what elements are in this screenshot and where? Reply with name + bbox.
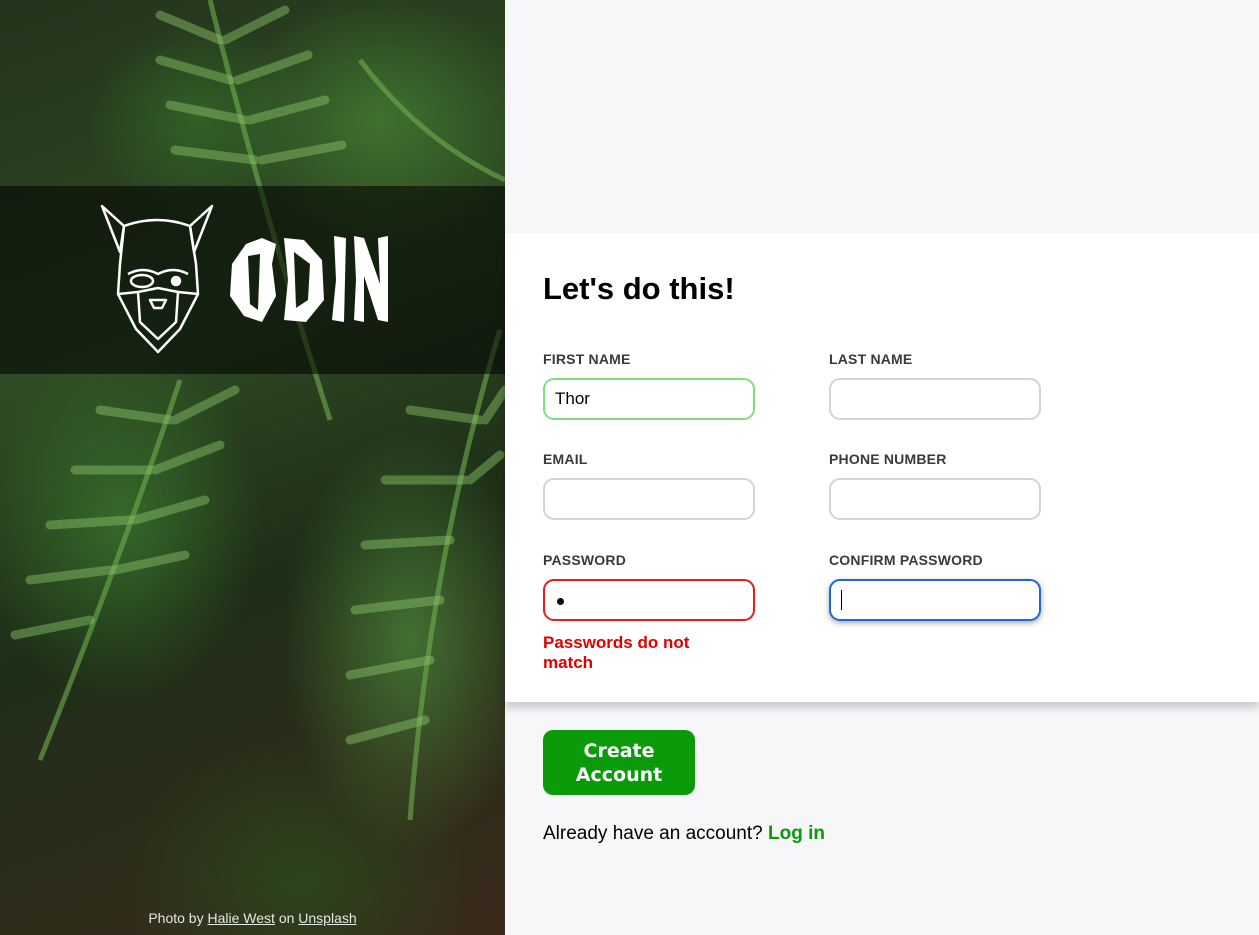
logo-band [0,186,505,374]
credit-site-link[interactable]: Unsplash [298,910,356,926]
last-name-label: LAST NAME [829,351,913,367]
first-name-input[interactable]: Thor [543,378,755,420]
confirm-password-field: CONFIRM PASSWORD [829,552,1041,621]
photo-credit: Photo by Halie West on Unsplash [0,910,505,926]
fern-background [10,0,505,821]
hero-image: Photo by Halie West on Unsplash [0,0,505,935]
form-heading: Let's do this! [543,271,735,306]
login-prompt-text: Already have an account? [543,823,763,844]
email-input[interactable] [543,478,755,520]
password-error: Passwords do not match [543,633,690,672]
signup-card: Let's do this! FIRST NAME Thor LAST NAME… [505,233,1259,702]
credit-prefix: Photo by [148,910,204,926]
password-label: PASSWORD [543,552,627,568]
login-prompt: Already have an account? Log in [543,823,825,845]
email-label: EMAIL [543,451,588,467]
confirm-password-label: CONFIRM PASSWORD [829,552,983,568]
password-mask-dot [557,598,564,605]
password-field: PASSWORD [543,552,755,621]
login-link[interactable]: Log in [768,823,825,844]
credit-middle: on [278,910,295,926]
text-caret [841,590,842,610]
odin-logo [100,204,388,354]
credit-author-link[interactable]: Halie West [207,910,274,926]
create-account-button[interactable]: Create Account [543,730,695,795]
odin-wordmark [230,236,388,322]
phone-label: PHONE NUMBER [829,451,947,467]
first-name-label: FIRST NAME [543,351,631,367]
viking-helmet-icon [100,204,214,354]
email-field: EMAIL [543,451,755,520]
password-input[interactable] [543,579,755,621]
confirm-password-input[interactable] [829,579,1041,621]
last-name-field: LAST NAME [829,351,1041,420]
phone-field: PHONE NUMBER [829,451,1041,520]
first-name-field: FIRST NAME Thor [543,351,755,420]
last-name-input[interactable] [829,378,1041,420]
phone-input[interactable] [829,478,1041,520]
